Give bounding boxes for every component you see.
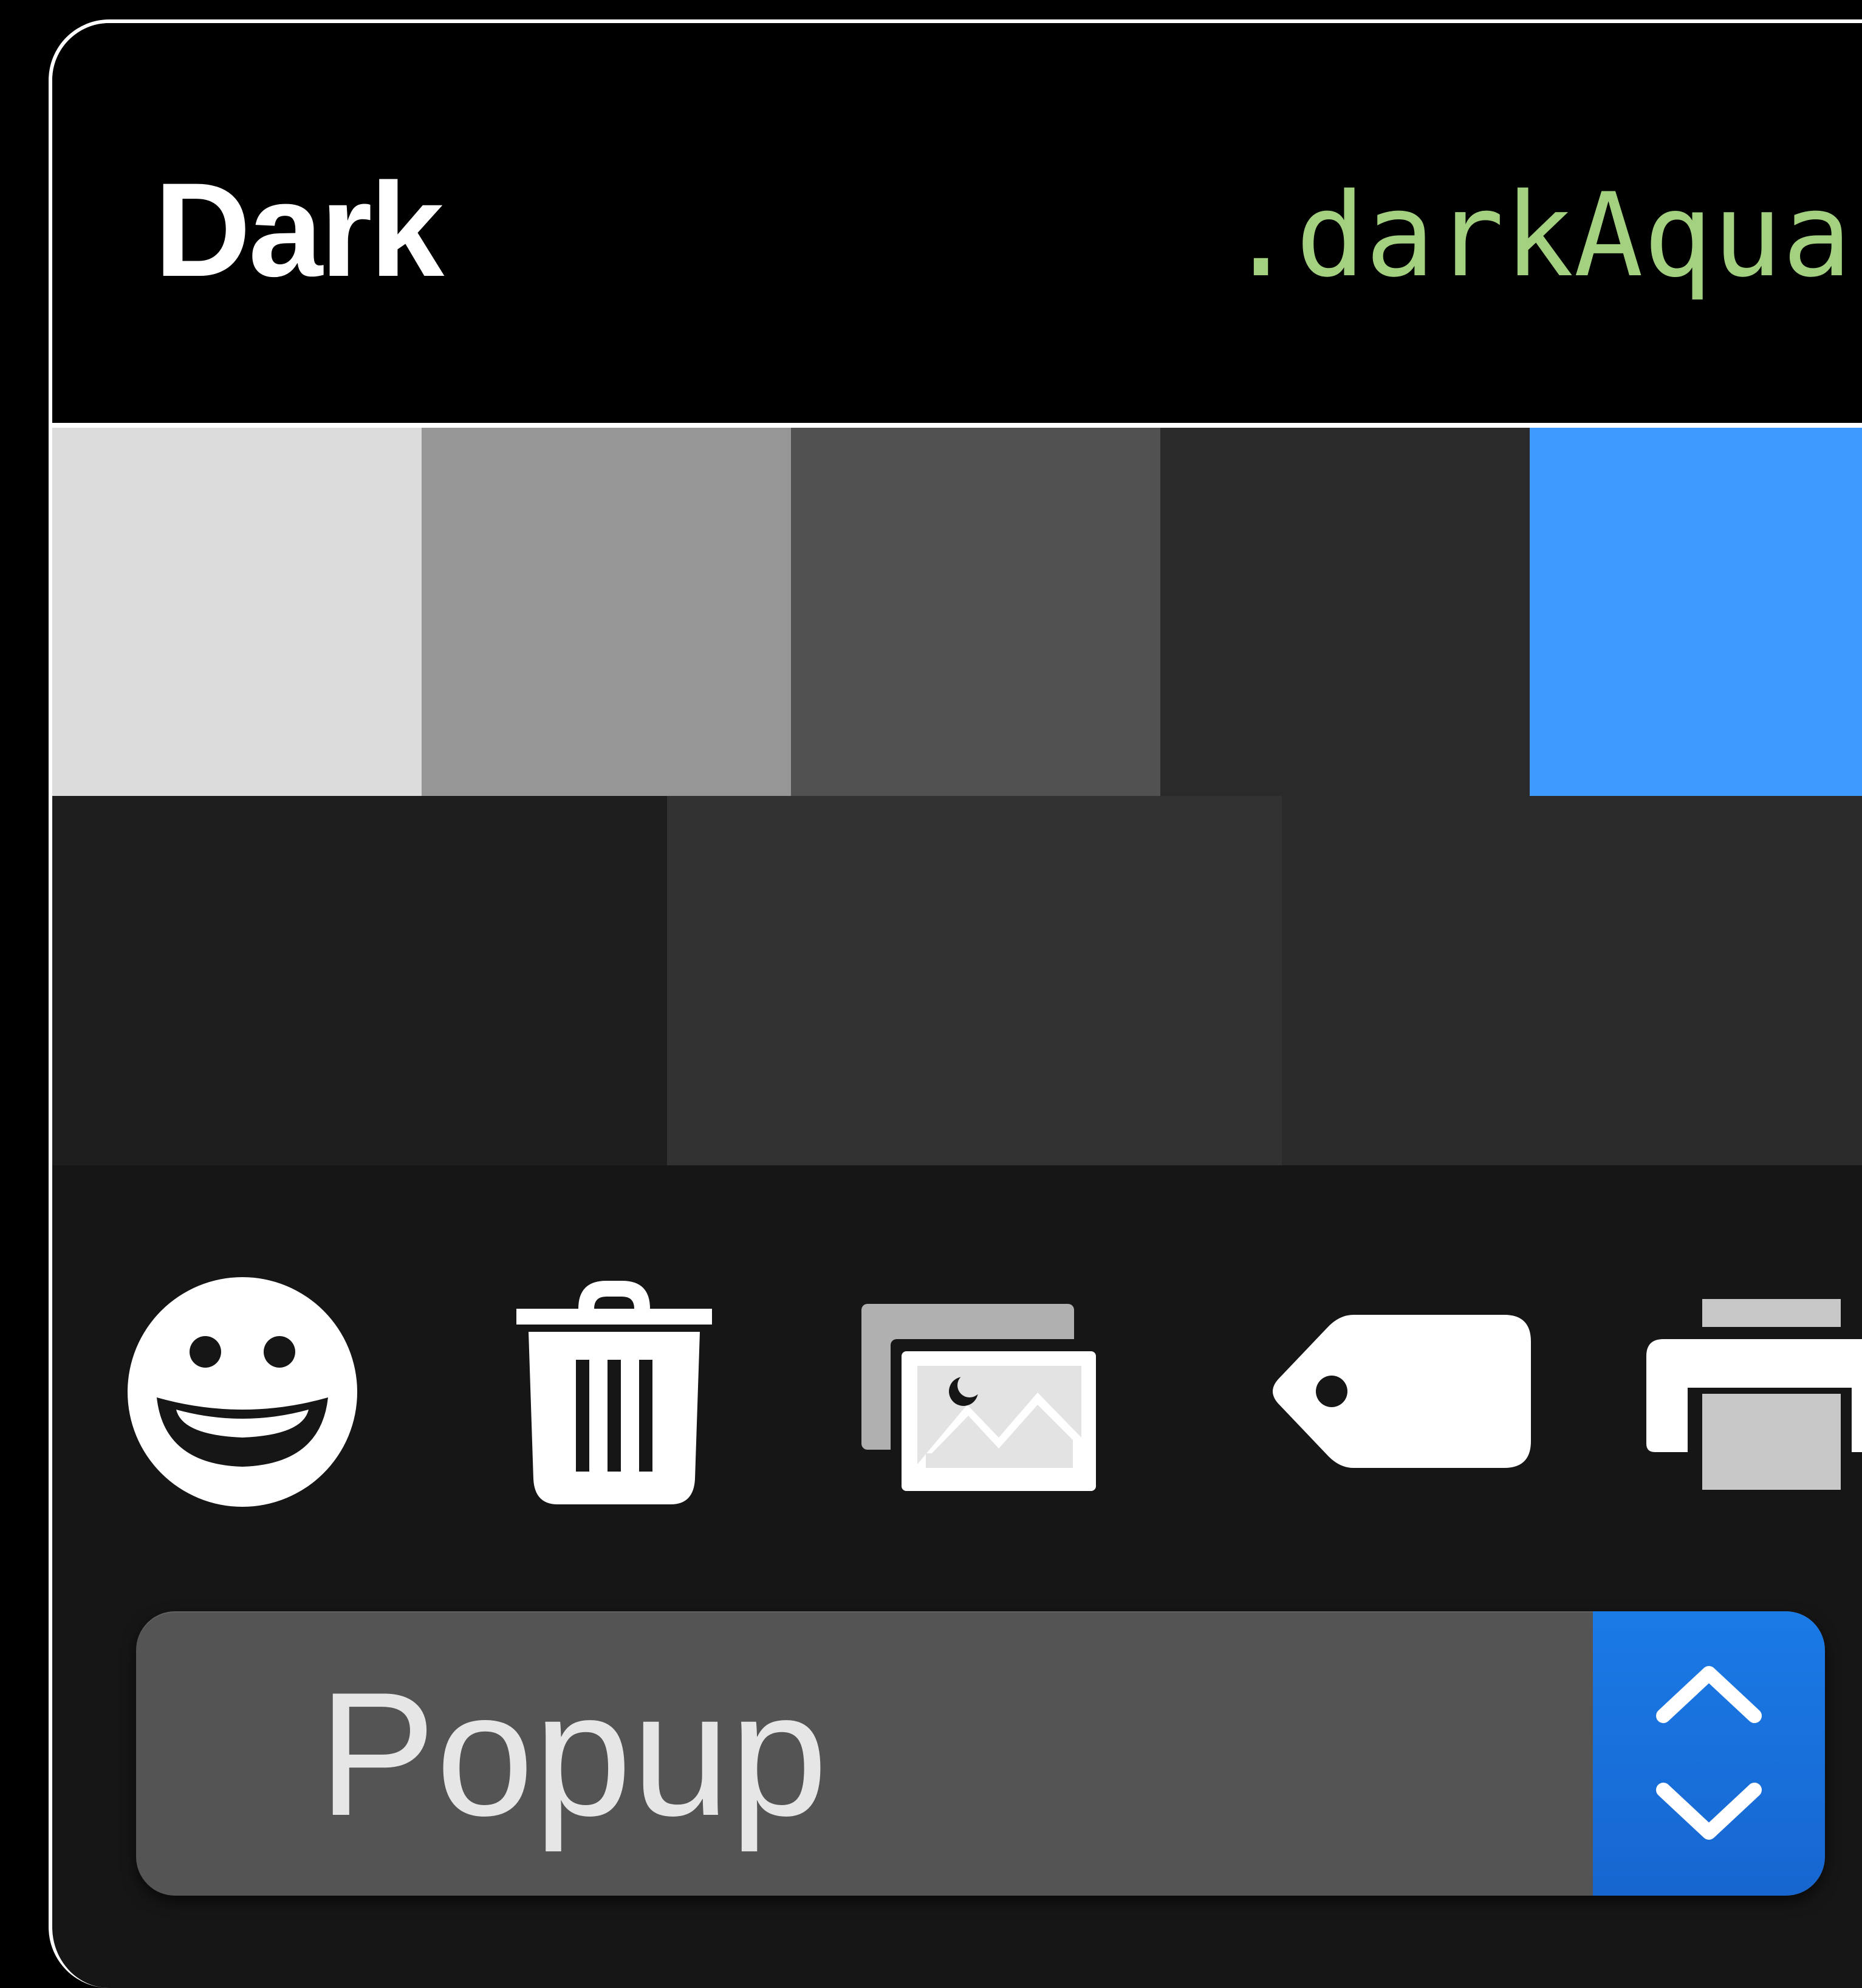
color-swatch xyxy=(1160,428,1530,796)
tag-icon[interactable] xyxy=(1267,1314,1535,1469)
icon-toolbar xyxy=(52,1165,1862,1603)
color-swatch-row-secondary xyxy=(52,796,1862,1165)
color-swatch xyxy=(791,428,1160,796)
chevron-up-down-icon xyxy=(1656,1666,1762,1840)
popup-stepper[interactable] xyxy=(1593,1611,1825,1896)
popup-label: Popup xyxy=(318,1656,828,1853)
appearance-header: Dark .darkAqua xyxy=(52,23,1862,428)
smiley-face-icon[interactable] xyxy=(126,1276,358,1508)
photo-library-icon[interactable] xyxy=(860,1303,1109,1503)
color-swatch xyxy=(1282,796,1862,1165)
printer-icon[interactable] xyxy=(1645,1298,1862,1492)
appearance-title: Dark xyxy=(154,155,444,304)
color-swatch-row-primary xyxy=(52,428,1862,796)
color-swatch xyxy=(52,796,667,1165)
color-swatch xyxy=(52,428,422,796)
color-swatch-accent xyxy=(1530,428,1862,796)
appearance-card: Dark .darkAqua Popup xyxy=(49,19,1862,1988)
popup-button[interactable]: Popup xyxy=(136,1611,1825,1896)
color-swatch xyxy=(422,428,791,796)
appearance-name-code: .darkAqua xyxy=(1226,168,1852,303)
color-swatch xyxy=(667,796,1282,1165)
trash-icon[interactable] xyxy=(515,1278,713,1506)
